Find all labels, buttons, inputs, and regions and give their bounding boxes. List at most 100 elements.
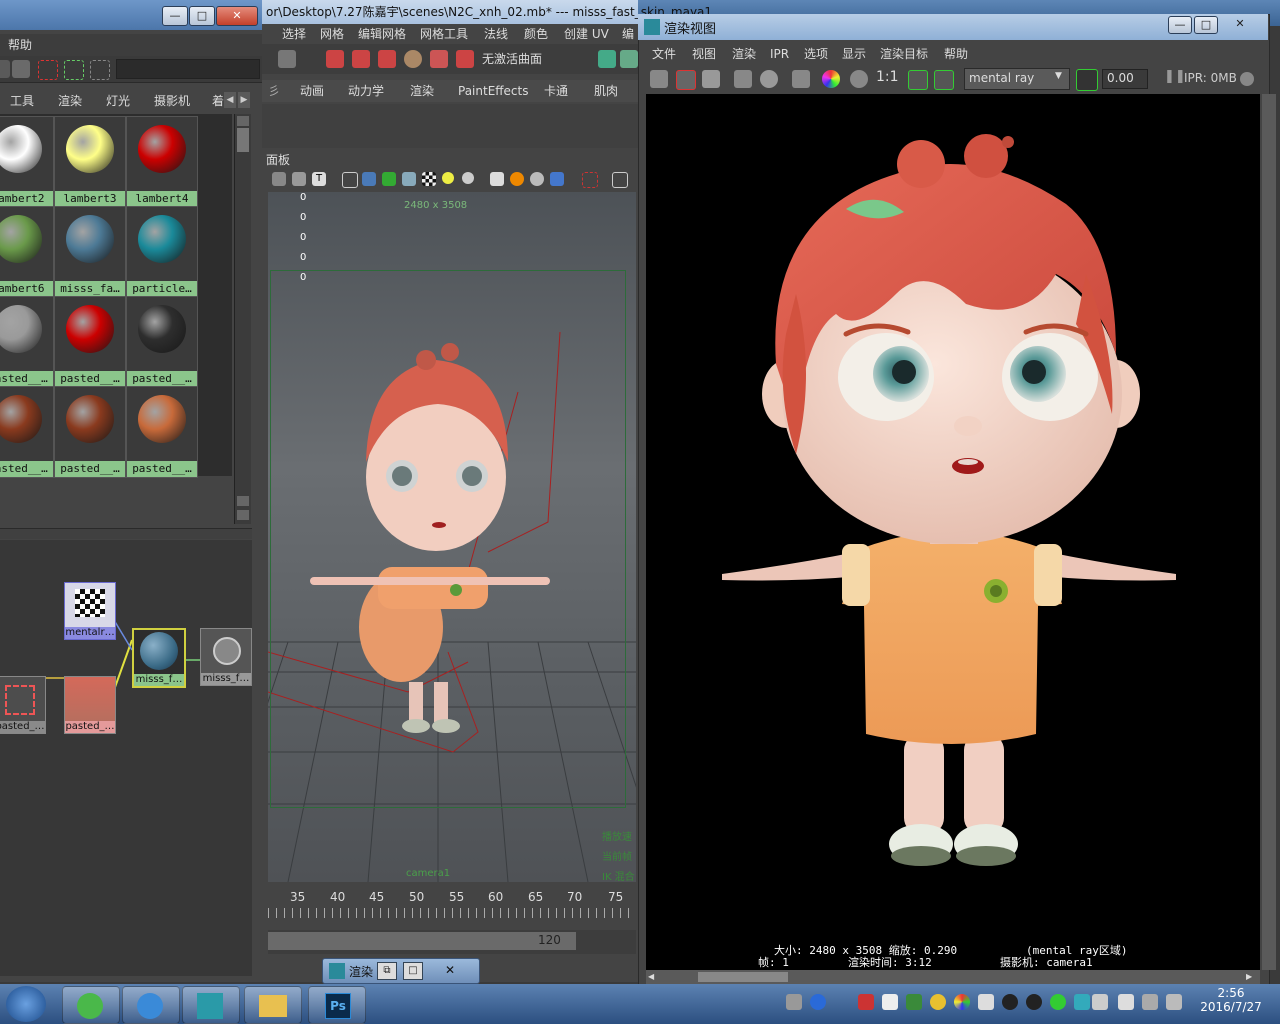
misss-shader-node[interactable]: misss_f… (132, 628, 186, 688)
flag-icon[interactable] (1118, 994, 1134, 1010)
rv-menu-help[interactable]: 帮助 (944, 44, 968, 64)
camera-icon[interactable] (272, 172, 286, 186)
tab-scroll-left-icon[interactable]: ◀ (224, 92, 236, 108)
pane-divider[interactable] (0, 528, 252, 539)
scroll-up-icon[interactable] (237, 116, 249, 126)
mentalray-node[interactable]: mentalr… (64, 582, 116, 640)
use-all-lights-icon[interactable] (442, 172, 454, 184)
motion-blur-icon[interactable] (530, 172, 544, 186)
keyboard-icon[interactable] (786, 994, 802, 1010)
minimize-button[interactable]: — (1168, 16, 1192, 34)
tray-app-icon[interactable] (930, 994, 946, 1010)
menu-mesh[interactable]: 网格 (320, 24, 344, 44)
scroll-down-icon[interactable] (237, 496, 249, 506)
material-swatch[interactable]: lambert2 (0, 116, 54, 208)
menu-edit-mesh[interactable]: 编辑网格 (358, 24, 406, 44)
render-sequence-icon[interactable] (792, 70, 810, 88)
clock[interactable]: 2:56 2016/7/27 (1196, 986, 1266, 1022)
pasted-node-1[interactable]: pasted_… (0, 676, 46, 734)
maximize-button[interactable]: □ (1194, 16, 1218, 34)
material-swatch[interactable]: particle… (126, 206, 198, 298)
tray-app-icon[interactable] (978, 994, 994, 1010)
render-canvas[interactable]: 大小: 2480 x 3508 缩放: 0.290 (mental ray区域)… (646, 94, 1260, 970)
shelf-scroll[interactable]: 彡 (262, 80, 286, 102)
menu-color[interactable]: 颜色 (524, 24, 548, 44)
rv-menu-options[interactable]: 选项 (804, 44, 828, 64)
material-swatch[interactable]: pasted__… (54, 296, 126, 388)
snapshot-icon[interactable] (702, 70, 720, 88)
render-horizontal-scrollbar[interactable]: ◀ ▶ (646, 970, 1260, 984)
scroll-down-icon[interactable] (237, 510, 249, 520)
keep-image-icon[interactable] (908, 70, 928, 90)
shelf-tab-rendering[interactable]: 渲染 (404, 80, 440, 102)
history-icon[interactable] (430, 50, 448, 68)
material-swatch[interactable]: lambert4 (126, 116, 198, 208)
tray-app-icon[interactable] (1092, 994, 1108, 1010)
snap-point-icon[interactable] (352, 50, 370, 68)
rgb-channels-icon[interactable] (822, 70, 840, 88)
material-swatch[interactable]: pasted__… (54, 386, 126, 478)
help-icon[interactable] (810, 994, 826, 1010)
tab-scroll-right-icon[interactable]: ▶ (238, 92, 250, 108)
output-connections-icon[interactable] (64, 60, 84, 80)
scroll-right-icon[interactable]: ▶ (1246, 972, 1256, 982)
scroll-thumb[interactable] (237, 128, 249, 152)
exposure-toggle-icon[interactable] (1076, 69, 1098, 91)
close-button[interactable]: ✕ (1220, 16, 1260, 32)
shadows-icon[interactable] (490, 172, 504, 186)
rv-menu-file[interactable]: 文件 (652, 44, 676, 64)
pause-icon[interactable]: ❚❚ (1164, 69, 1186, 84)
input-connections-icon[interactable] (38, 60, 58, 80)
ipr-render-icon[interactable] (734, 70, 752, 88)
close-button[interactable]: ✕ (441, 962, 459, 978)
smooth-shade-icon[interactable] (362, 172, 376, 186)
maximize-button[interactable]: □ (189, 6, 215, 26)
rv-menu-ipr[interactable]: IPR (770, 44, 789, 64)
network-icon[interactable] (1142, 994, 1158, 1010)
magnet-icon[interactable] (456, 50, 474, 68)
close-button[interactable]: ✕ (216, 6, 258, 26)
menu-create-uv[interactable]: 创建 UV (564, 24, 609, 44)
real-size-button[interactable]: 1:1 (876, 69, 899, 85)
remove-image-icon[interactable] (934, 70, 954, 90)
restore-button[interactable]: ⧉ (377, 962, 397, 980)
ipr-icon[interactable] (620, 50, 638, 68)
hypershade-titlebar[interactable]: — □ ✕ (0, 0, 262, 30)
material-swatch[interactable]: lambert6 (0, 206, 54, 298)
shelf-tab-dynamics[interactable]: 动力学 (342, 80, 390, 102)
make-live-icon[interactable] (404, 50, 422, 68)
minimize-button[interactable]: — (162, 6, 188, 26)
snap-grid-icon[interactable] (278, 50, 296, 68)
material-swatch[interactable]: pasted__… (0, 386, 54, 478)
image-plane-icon[interactable] (292, 172, 306, 186)
taskbar-ie[interactable] (122, 986, 180, 1024)
swatch-scrollbar[interactable] (234, 114, 251, 524)
tray-app-icon[interactable] (954, 994, 970, 1010)
pasted-node-2[interactable]: pasted_… (64, 676, 116, 734)
rv-menu-view[interactable]: 视图 (692, 44, 716, 64)
io-connections-icon[interactable] (90, 60, 110, 80)
tray-app-icon[interactable] (858, 994, 874, 1010)
xray-joints-icon[interactable] (612, 172, 628, 188)
taskbar-browser[interactable] (62, 986, 120, 1024)
wireframe-on-shaded-icon[interactable] (382, 172, 396, 186)
menu-mesh-tools[interactable]: 网格工具 (420, 24, 468, 44)
xray-icon[interactable] (402, 172, 416, 186)
menu-panels[interactable]: 面板 (266, 150, 290, 170)
shelf-tab-toon[interactable]: 卡通 (538, 80, 574, 102)
textured-icon[interactable] (422, 172, 436, 186)
rv-menu-render[interactable]: 渲染 (732, 44, 756, 64)
tab-rendering[interactable]: 渲染 (52, 90, 88, 112)
maya-titlebar[interactable]: or\Desktop\7.27陈嘉宇\scenes\N2C_xnh_02.mb*… (262, 0, 712, 24)
shelf-tab-animation[interactable]: 动画 (294, 80, 330, 102)
scroll-left-icon[interactable]: ◀ (648, 972, 658, 982)
use-default-light-icon[interactable] (462, 172, 474, 184)
isolate-select-icon[interactable] (582, 172, 598, 188)
filter-input[interactable] (116, 59, 260, 79)
screen-space-ao-icon[interactable] (510, 172, 524, 186)
material-swatch[interactable]: pasted__… (126, 296, 198, 388)
exposure-field[interactable]: 0.00 (1102, 69, 1148, 89)
tray-app-icon[interactable] (1074, 994, 1090, 1010)
live-surface-field[interactable]: 无激活曲面 (482, 49, 542, 69)
wireframe-icon[interactable] (342, 172, 358, 188)
